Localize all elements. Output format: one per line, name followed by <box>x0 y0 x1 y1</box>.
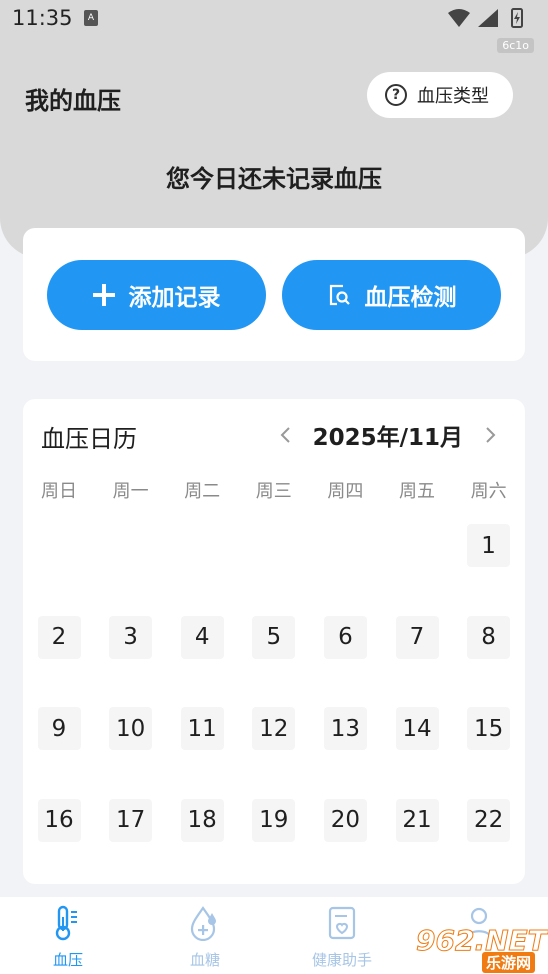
calendar-day[interactable]: 17 <box>109 798 153 842</box>
blood-drop-icon <box>190 905 220 945</box>
calendar-day[interactable]: 3 <box>109 615 153 659</box>
weekday-label: 周三 <box>255 481 292 502</box>
calendar-day[interactable]: 14 <box>395 707 439 750</box>
chevron-left-icon <box>280 427 290 443</box>
calendar-day[interactable]: 16 <box>37 798 81 842</box>
tab-label: 血压 <box>52 951 83 969</box>
page-title: 我的血压 <box>25 87 121 115</box>
calendar-month: 2025年/11月 <box>312 425 463 451</box>
build-tag: 6c1o <box>497 38 534 53</box>
wifi-icon <box>448 9 470 27</box>
status-bar: 11:35 A 6c1o <box>0 0 548 53</box>
add-record-label: 添加记录 <box>128 285 221 311</box>
calendar-title: 血压日历 <box>41 425 137 453</box>
next-month-button[interactable] <box>477 421 505 449</box>
question-icon: ? <box>385 84 407 106</box>
notification-app-icon: A <box>84 10 98 26</box>
weekday-label: 周六 <box>470 481 507 502</box>
bp-detect-label: 血压检测 <box>364 285 457 311</box>
bp-detect-button[interactable]: 血压检测 <box>282 260 501 330</box>
calendar-day[interactable]: 11 <box>180 707 224 750</box>
tab-label: 健康助手 <box>311 951 372 969</box>
calendar-day[interactable]: 12 <box>252 707 296 750</box>
calendar-day[interactable]: 8 <box>467 615 511 659</box>
calendar-day[interactable]: 1 <box>467 524 511 567</box>
chevron-right-icon <box>486 427 496 443</box>
calendar-day[interactable]: 6 <box>323 615 367 659</box>
action-card: 添加记录 血压检测 <box>23 228 525 361</box>
calendar-card: 血压日历 2025年/11月 周日 周一 周二 周三 周四 周五 周六 1234567891… <box>23 399 525 884</box>
signal-icon <box>478 9 498 27</box>
bp-type-button[interactable]: ? 血压类型 <box>367 72 513 118</box>
calendar-day[interactable]: 22 <box>467 798 511 842</box>
health-report-icon <box>327 905 357 945</box>
tab-label: 血糖 <box>189 951 220 969</box>
bp-type-label: 血压类型 <box>417 86 489 107</box>
plus-icon <box>92 284 115 306</box>
tab-1[interactable]: 血压 <box>13 905 123 969</box>
weekday-label: 周一 <box>112 481 149 502</box>
detect-scan-icon <box>329 284 350 306</box>
calendar-day[interactable]: 4 <box>180 615 224 659</box>
calendar-day[interactable]: 13 <box>323 707 367 750</box>
calendar-day[interactable]: 9 <box>37 707 81 750</box>
weekday-row: 周日 周一 周二 周三 周四 周五 周六 <box>23 477 525 502</box>
calendar-day[interactable]: 5 <box>252 615 296 659</box>
header-background <box>0 0 548 258</box>
status-time: 11:35 <box>12 6 73 30</box>
watermark-logo: 962.NET 乐游网 <box>416 920 547 973</box>
prev-month-button[interactable] <box>271 421 299 449</box>
status-icons <box>448 8 523 28</box>
calendar-day[interactable]: 7 <box>395 615 439 659</box>
calendar-day[interactable]: 21 <box>395 798 439 842</box>
weekday-label: 周五 <box>399 481 435 502</box>
calendar-day[interactable]: 10 <box>109 707 153 750</box>
calendar-day[interactable]: 19 <box>252 798 296 842</box>
thermometer-icon <box>53 905 83 945</box>
calendar-day[interactable]: 15 <box>467 707 511 750</box>
no-record-message: 您今日还未记录血压 <box>166 165 382 193</box>
add-record-button[interactable]: 添加记录 <box>47 260 266 330</box>
calendar-day[interactable]: 20 <box>323 798 367 842</box>
weekday-label: 周二 <box>184 481 221 502</box>
watermark-sub: 乐游网 <box>482 952 536 973</box>
weekday-label: 周四 <box>327 481 364 502</box>
tab-3[interactable]: 健康助手 <box>287 905 397 969</box>
calendar-nav: 2025年/11月 <box>271 419 505 451</box>
tab-2[interactable]: 血糖 <box>150 905 260 969</box>
weekday-label: 周日 <box>41 481 77 502</box>
calendar-day[interactable]: 2 <box>37 615 81 659</box>
calendar-day[interactable]: 18 <box>180 798 224 842</box>
